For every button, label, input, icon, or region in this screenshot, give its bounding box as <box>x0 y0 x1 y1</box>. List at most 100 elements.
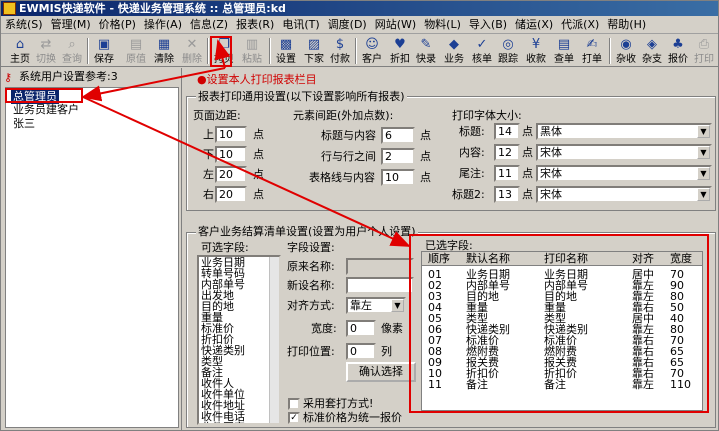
overprint-checkbox[interactable] <box>288 398 300 410</box>
font-size-input[interactable]: 13 <box>494 186 520 203</box>
menu-item[interactable]: 代派(X) <box>557 16 603 32</box>
confirm-button[interactable]: 确认选择 <box>346 362 416 382</box>
toolbar-button-check-order[interactable]: ✓ 核单 <box>471 37 493 67</box>
align-select[interactable]: 靠左 ▼ <box>346 297 406 314</box>
menu-item[interactable]: 帮助(H) <box>603 16 650 32</box>
toolbar-button-save[interactable]: ▣ 保存 <box>93 37 115 67</box>
toolbar-button-misc-expense[interactable]: ◈ 杂支 <box>641 37 663 67</box>
table-header: 顺序 默认名称 打印名称 对齐 宽度 <box>422 252 702 266</box>
toolbar-label: 报价 <box>668 54 688 65</box>
toolbar-label: 付款 <box>330 54 350 65</box>
chevron-down-icon[interactable]: ▼ <box>391 299 404 312</box>
menu-item[interactable]: 系统(S) <box>1 16 47 32</box>
toolbar-button-home[interactable]: ⌂ 主页 <box>9 37 31 67</box>
column-header[interactable]: 顺序 <box>428 253 450 265</box>
column-header[interactable]: 打印名称 <box>544 253 588 265</box>
table-cell: 11 <box>428 378 442 391</box>
chevron-down-icon[interactable]: ▼ <box>697 146 710 159</box>
menu-item[interactable]: 导入(B) <box>465 16 511 32</box>
uniform-price-checkbox[interactable]: ✓ <box>288 412 300 424</box>
spacing-input[interactable]: 10 <box>381 169 415 186</box>
toolbar-button-settings[interactable]: ▩ 设置 <box>275 37 297 67</box>
margin-unit: 点 <box>253 128 264 141</box>
copy-icon: ❐ <box>218 37 230 52</box>
toolbar-button-paste[interactable]: ▥ 粘贴 <box>241 37 263 67</box>
toolbar-button-switch[interactable]: ⇄ 切换 <box>35 37 57 67</box>
available-scrollbar[interactable] <box>269 257 279 423</box>
toolbar-button-print[interactable]: ⎙ 打印 <box>693 37 715 67</box>
menu-item[interactable]: 管理(M) <box>47 16 95 32</box>
menu-item[interactable]: 操作(A) <box>140 16 186 32</box>
print-pos-input[interactable]: 0 <box>346 343 376 360</box>
chevron-down-icon[interactable]: ▼ <box>697 188 710 201</box>
toolbar-button-delete[interactable]: ✕ 删除 <box>181 37 203 67</box>
toolbar-button-print-order[interactable]: ✍ 打单 <box>581 37 603 67</box>
report-settings-title: 报表打印通用设置(以下设置影响所有报表) <box>196 90 407 103</box>
menu-item[interactable]: 价格(P) <box>95 16 140 32</box>
menu-bar: 系统(S) 管理(M) 价格(P) 操作(A) 信息(Z) 报表(R) 电讯(T) 调度(D)… <box>1 16 718 34</box>
toolbar-label: 主页 <box>10 54 30 65</box>
spacing-unit: 点 <box>420 150 431 163</box>
font-label: 尾注: <box>459 167 485 180</box>
toolbar-separator <box>207 38 209 64</box>
chevron-down-icon[interactable]: ▼ <box>697 167 710 180</box>
font-select[interactable]: 黑体 ▼ <box>536 123 712 140</box>
menu-item[interactable]: 信息(Z) <box>186 16 232 32</box>
margin-input[interactable]: 20 <box>215 186 247 203</box>
menu-item[interactable]: 电讯(T) <box>278 16 323 32</box>
tree-item-zhangsan[interactable]: 张三 <box>11 116 37 131</box>
menu-item[interactable]: 调度(D) <box>324 16 371 32</box>
margin-input[interactable]: 20 <box>215 166 247 183</box>
toolbar-button-payment[interactable]: $ 付款 <box>329 37 351 67</box>
spacing-input[interactable]: 2 <box>381 148 415 165</box>
spacing-input[interactable]: 6 <box>381 127 415 144</box>
width-input[interactable]: 0 <box>346 320 376 337</box>
tree-item-salesman[interactable]: 业务员建客户 <box>11 102 81 117</box>
chevron-down-icon[interactable]: ▼ <box>697 125 710 138</box>
annotation-note: ●设置本人打印报表栏目 <box>197 73 317 86</box>
toolbar-button-track[interactable]: ◎ 跟踪 <box>497 37 519 67</box>
font-name: 宋体 <box>540 146 562 159</box>
font-size-input[interactable]: 11 <box>494 165 520 182</box>
font-select[interactable]: 宋体 ▼ <box>536 165 712 182</box>
toolbar-button-restore[interactable]: ▤ 原值 <box>125 37 147 67</box>
font-size-input[interactable]: 14 <box>494 123 520 140</box>
menu-item[interactable]: 储运(X) <box>511 16 557 32</box>
toolbar-button-clear[interactable]: ▦ 清除 <box>153 37 175 67</box>
align-value: 靠左 <box>350 299 372 312</box>
font-select[interactable]: 宋体 ▼ <box>536 144 712 161</box>
menu-item[interactable]: 物料(L) <box>420 16 465 32</box>
overprint-label: 采用套打方式! <box>303 397 374 410</box>
toolbar-separator <box>269 38 271 64</box>
toolbar-button-customers[interactable]: ☺ 客户 <box>361 37 383 67</box>
toolbar-button-search-order[interactable]: ▤ 查单 <box>553 37 575 67</box>
font-select[interactable]: 宋体 ▼ <box>536 186 712 203</box>
selected-fields-table[interactable]: 顺序 默认名称 打印名称 对齐 宽度 01 业务日期 业务日期 居中 70 02 内部单号 内部单号靠… <box>421 251 703 411</box>
toolbar-button-binoculars[interactable]: ⌕ 查询 <box>61 37 83 67</box>
menu-item[interactable]: 报表(R) <box>232 16 278 32</box>
font-size-input[interactable]: 12 <box>494 144 520 161</box>
toolbar-label: 保存 <box>94 54 114 65</box>
table-row[interactable]: 11 备注 备注 靠左 110 <box>422 379 702 390</box>
toolbar-label: 杂收 <box>616 54 636 65</box>
new-name-input[interactable] <box>346 277 414 294</box>
margin-input[interactable]: 10 <box>215 146 247 163</box>
toolbar-button-next-party[interactable]: ▨ 下家 <box>303 37 325 67</box>
menu-item[interactable]: 网站(W) <box>371 16 420 32</box>
margin-input[interactable]: 10 <box>215 126 247 143</box>
toolbar-button-business[interactable]: ◆ 业务 <box>443 37 465 67</box>
toolbar-button-discount[interactable]: ♥ 折扣 <box>389 37 411 67</box>
toolbar-button-copy[interactable]: ❐ 拷贝 <box>213 37 235 67</box>
font-label: 内容: <box>459 146 485 159</box>
toolbar-button-quick-entry[interactable]: ✎ 快录 <box>415 37 437 67</box>
toolbar-button-misc-income[interactable]: ◉ 杂收 <box>615 37 637 67</box>
list-item[interactable]: 收件国家 <box>200 422 279 423</box>
column-header[interactable]: 默认名称 <box>466 253 510 265</box>
toolbar-label: 打单 <box>582 54 602 65</box>
spacing-unit: 点 <box>420 171 431 184</box>
column-header[interactable]: 宽度 <box>670 253 692 265</box>
margin-side-label: 右 <box>203 188 214 201</box>
toolbar-button-receipt[interactable]: ¥ 收款 <box>525 37 547 67</box>
column-header[interactable]: 对齐 <box>632 253 654 265</box>
toolbar-button-quote[interactable]: ♣ 报价 <box>667 37 689 67</box>
